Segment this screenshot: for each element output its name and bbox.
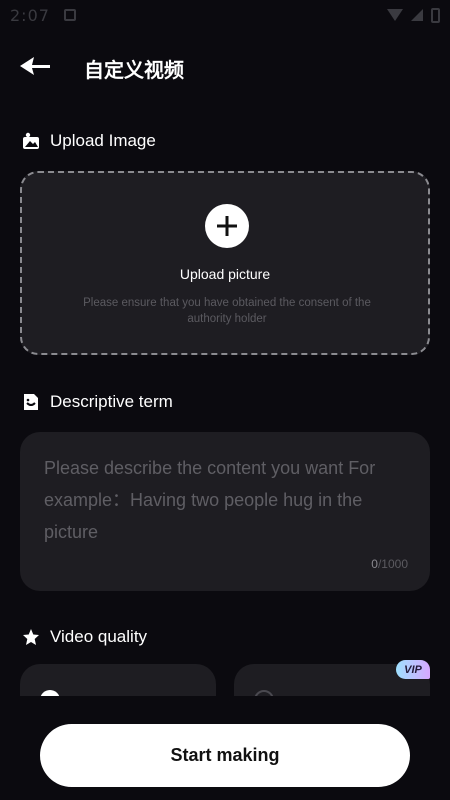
video-quality-heading: Video quality	[22, 627, 147, 647]
start-making-button[interactable]: Start making	[40, 724, 410, 787]
image-icon	[23, 132, 39, 149]
status-time: 2:07	[10, 5, 50, 25]
battery-icon	[431, 7, 440, 23]
descriptive-term-heading: Descriptive term	[22, 392, 173, 412]
descriptive-term-label: Descriptive term	[50, 392, 173, 411]
status-icons	[387, 7, 440, 23]
vip-badge: VIP	[396, 660, 430, 679]
character-count: 0	[371, 557, 378, 571]
character-limit: /1000	[377, 557, 408, 571]
description-box: 0/1000	[20, 432, 430, 591]
upload-image-label: Upload Image	[50, 131, 156, 150]
star-icon	[23, 629, 39, 645]
description-icon	[24, 394, 38, 410]
header: 自定义视频	[0, 45, 450, 87]
video-quality-label: Video quality	[50, 627, 148, 646]
upload-picture-label: Upload picture	[179, 266, 271, 282]
upload-image-heading: Upload Image	[22, 131, 156, 151]
wifi-icon	[387, 9, 403, 21]
status-bar: 2:07	[0, 0, 450, 30]
notification-icon	[63, 9, 76, 21]
add-icon[interactable]	[205, 204, 249, 248]
back-arrow-icon[interactable]	[18, 53, 52, 79]
page-title: 自定义视频	[84, 58, 184, 82]
upload-image-area[interactable]: Upload picture Please ensure that you ha…	[20, 171, 430, 355]
consent-note: Please ensure that you have obtained the…	[83, 297, 371, 325]
signal-icon	[411, 9, 423, 21]
character-counter: 0/1000	[371, 557, 408, 571]
description-input[interactable]	[44, 452, 414, 552]
